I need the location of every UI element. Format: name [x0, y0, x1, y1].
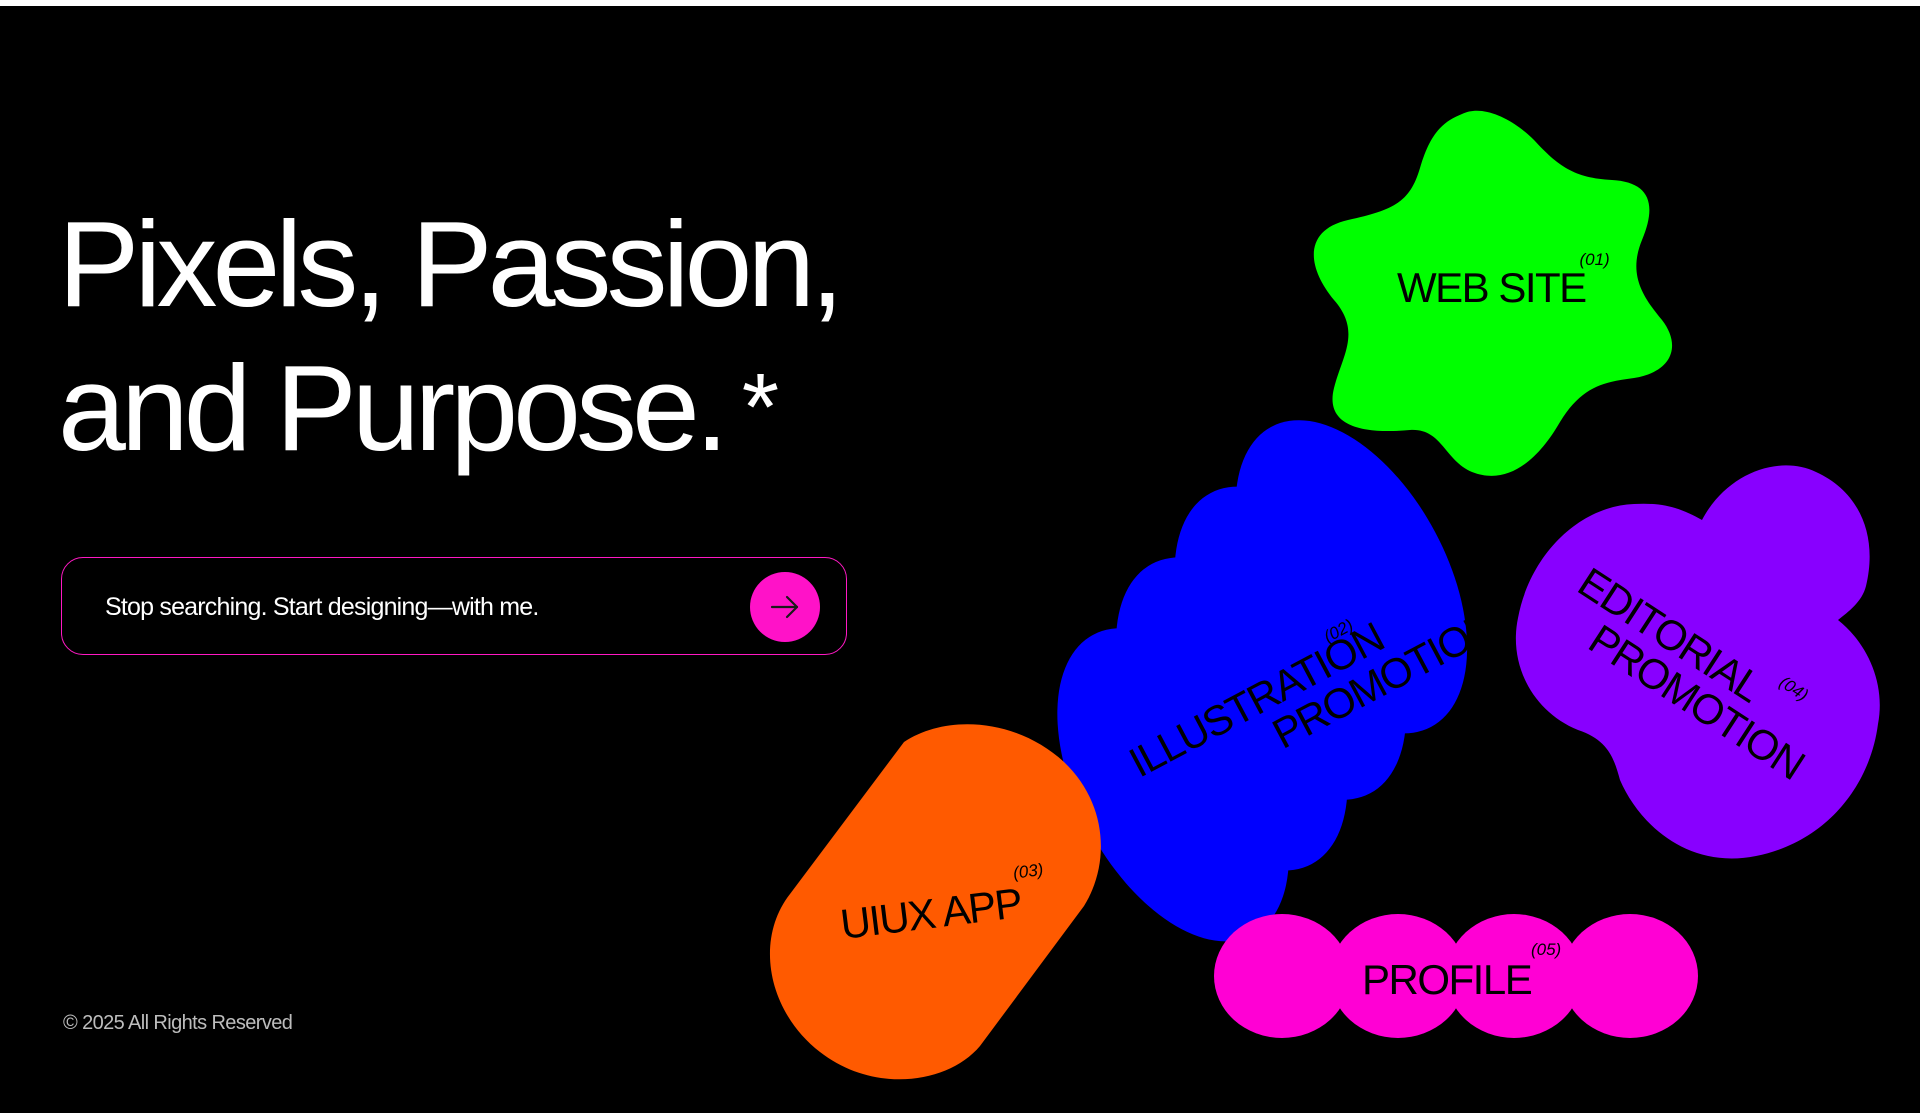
- hero-headline: Pixels, Passion, and Purpose. *: [58, 192, 844, 480]
- profile-text: PROFILE: [1362, 956, 1533, 1003]
- asterisk-icon: *: [741, 354, 780, 461]
- category-profile[interactable]: PROFILE (05): [1214, 914, 1698, 1038]
- web-site-number: (01): [1579, 250, 1610, 269]
- category-editorial-promotion[interactable]: EDITORIAL PROMOTION (04): [1515, 462, 1886, 864]
- category-web-site[interactable]: WEB SITE (01): [1312, 110, 1678, 482]
- hero-headline-line-2: and Purpose.: [58, 340, 729, 476]
- copyright-text: © 2025 All Rights Reserved: [63, 1012, 293, 1034]
- cta-bar[interactable]: Stop searching. Start designing—with me.: [61, 557, 847, 655]
- cta-text: Stop searching. Start designing—with me.: [105, 593, 539, 621]
- web-site-label: WEB SITE (01): [1397, 250, 1610, 312]
- category-illustration-promotion[interactable]: ILLUSTRATION PROMOTION (02): [1040, 420, 1530, 942]
- profile-number: (05): [1530, 940, 1562, 959]
- cta-arrow-button[interactable]: [750, 572, 820, 642]
- arrow-right-icon: [770, 595, 799, 619]
- category-uiux-app[interactable]: UIUX APP (03): [764, 722, 1101, 1084]
- hero-headline-line-1: Pixels, Passion,: [58, 196, 844, 332]
- profile-label: PROFILE (05): [1362, 940, 1561, 1004]
- web-site-text: WEB SITE: [1397, 264, 1587, 311]
- uiux-app-number: (03): [1011, 860, 1045, 883]
- hero-section: Pixels, Passion, and Purpose. * Stop sear…: [0, 6, 1920, 1113]
